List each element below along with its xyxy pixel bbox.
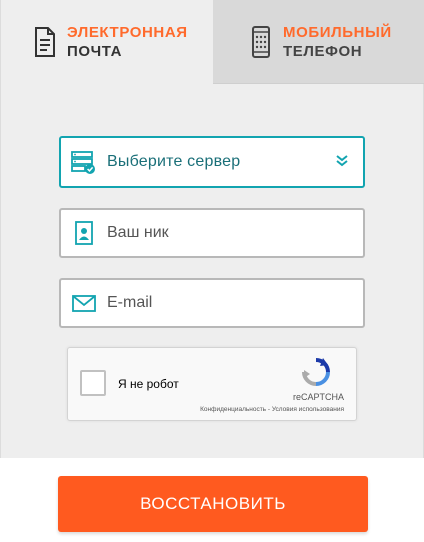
tab-email-subtitle: ПОЧТА [67, 43, 123, 60]
restore-button[interactable]: ВОССТАНОВИТЬ [58, 476, 368, 532]
tab-email[interactable]: ЭЛЕКТРОННАЯ ПОЧТА [1, 0, 213, 84]
nickname-input[interactable] [107, 224, 337, 242]
server-icon [71, 151, 95, 174]
phone-icon [252, 25, 270, 58]
recaptcha-checkbox[interactable] [80, 370, 106, 396]
tab-phone-title: МОБИЛЬНЫЙ [283, 23, 392, 41]
envelope-icon [72, 295, 96, 312]
recaptcha-widget: Я не робот reCAPTCHA Конфиденциальность … [67, 347, 357, 421]
tab-email-title: ЭЛЕКТРОННАЯ [67, 24, 188, 41]
recaptcha-terms-link[interactable]: Конфиденциальность - Условия использован… [200, 406, 344, 413]
recaptcha-label: Я не робот [118, 377, 179, 391]
document-icon [35, 27, 55, 57]
tab-phone[interactable]: МОБИЛЬНЫЙ ТЕЛЕФОН [213, 0, 424, 84]
tab-phone-subtitle: ТЕЛЕФОН [283, 42, 363, 60]
chevron-down-icon[interactable] [335, 154, 349, 168]
server-select-label: Выберите сервер [107, 153, 241, 170]
email-field[interactable] [59, 278, 365, 328]
email-input[interactable] [107, 294, 337, 312]
recaptcha-brand: reCAPTCHA [292, 392, 344, 402]
recovery-panel: ЭЛЕКТРОННАЯ ПОЧТА МОБИЛЬНЫЙ ТЕЛЕФОН Выбе… [0, 0, 424, 458]
recaptcha-logo-icon [302, 358, 330, 386]
nickname-field[interactable] [59, 208, 365, 258]
id-card-icon [75, 221, 93, 245]
server-select[interactable]: Выберите сервер [59, 136, 365, 188]
